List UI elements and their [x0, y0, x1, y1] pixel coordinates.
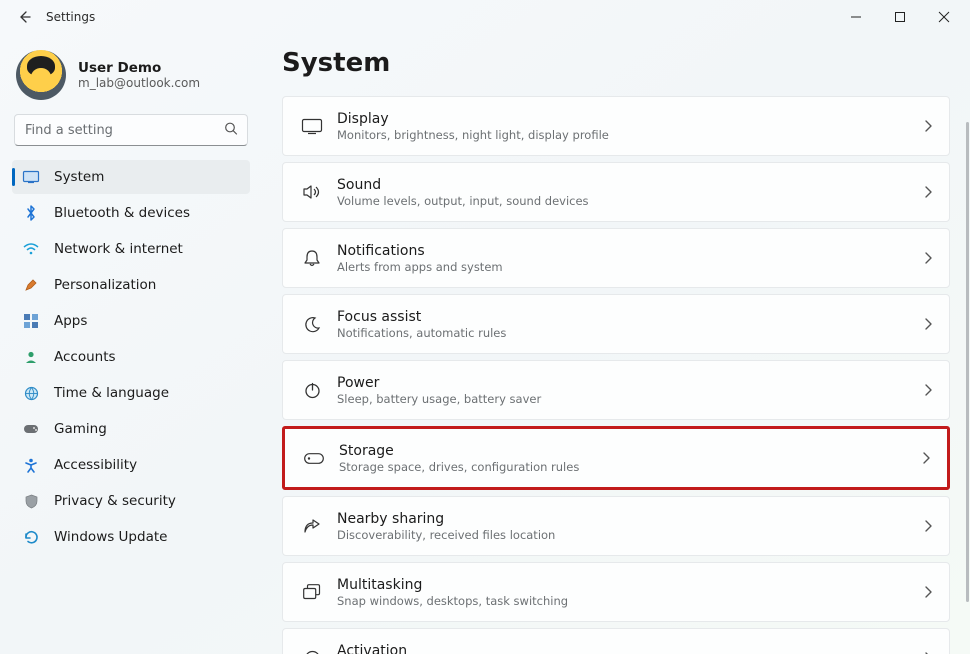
power-icon: [297, 382, 327, 399]
sidebar-item-label: Accounts: [54, 349, 116, 365]
chevron-right-icon: [925, 249, 933, 268]
globe-clock-icon: [22, 386, 40, 401]
app-title: Settings: [46, 10, 95, 24]
page-title: System: [282, 48, 950, 78]
paintbrush-icon: [22, 278, 40, 292]
card-display[interactable]: DisplayMonitors, brightness, night light…: [282, 96, 950, 156]
sidebar-item-privacy[interactable]: Privacy & security: [12, 484, 250, 518]
card-power[interactable]: PowerSleep, battery usage, battery saver: [282, 360, 950, 420]
sidebar-item-update[interactable]: Windows Update: [12, 520, 250, 554]
chevron-right-icon: [925, 583, 933, 602]
card-subtitle: Volume levels, output, input, sound devi…: [337, 194, 925, 208]
card-subtitle: Monitors, brightness, night light, displ…: [337, 128, 925, 142]
sidebar-item-system[interactable]: System: [12, 160, 250, 194]
person-icon: [22, 350, 40, 364]
chevron-right-icon: [923, 449, 931, 468]
apps-icon: [22, 314, 40, 328]
search-icon: [224, 121, 238, 140]
card-subtitle: Notifications, automatic rules: [337, 326, 925, 340]
sidebar-item-label: Accessibility: [54, 457, 137, 473]
sidebar: User Demo m_lab@outlook.com System Bluet…: [0, 34, 262, 654]
card-subtitle: Snap windows, desktops, task switching: [337, 594, 925, 608]
card-title: Power: [337, 375, 925, 391]
scrollbar[interactable]: [966, 122, 969, 652]
profile-name: User Demo: [78, 60, 200, 76]
card-subtitle: Discoverability, received files location: [337, 528, 925, 542]
system-icon: [22, 171, 40, 183]
card-title: Nearby sharing: [337, 511, 925, 527]
search-wrap: [14, 114, 248, 146]
search-input[interactable]: [14, 114, 248, 146]
card-multitasking[interactable]: MultitaskingSnap windows, desktops, task…: [282, 562, 950, 622]
shield-icon: [22, 494, 40, 509]
chevron-right-icon: [925, 381, 933, 400]
card-title: Multitasking: [337, 577, 925, 593]
sound-icon: [297, 184, 327, 200]
sidebar-item-label: System: [54, 169, 104, 185]
card-notifications[interactable]: NotificationsAlerts from apps and system: [282, 228, 950, 288]
sidebar-item-label: Windows Update: [54, 529, 167, 545]
sidebar-item-label: Gaming: [54, 421, 107, 437]
maximize-button[interactable]: [878, 2, 922, 32]
card-title: Activation: [337, 643, 925, 654]
sidebar-item-label: Time & language: [54, 385, 169, 401]
minimize-button[interactable]: [834, 2, 878, 32]
accessibility-icon: [22, 458, 40, 473]
moon-icon: [297, 316, 327, 333]
scrollbar-thumb[interactable]: [966, 122, 969, 602]
bell-icon: [297, 249, 327, 267]
main-panel: System DisplayMonitors, brightness, nigh…: [262, 34, 970, 654]
multitasking-icon: [297, 584, 327, 600]
sidebar-item-bluetooth[interactable]: Bluetooth & devices: [12, 196, 250, 230]
card-title: Focus assist: [337, 309, 925, 325]
check-circle-icon: [297, 650, 327, 654]
card-focus-assist[interactable]: Focus assistNotifications, automatic rul…: [282, 294, 950, 354]
bluetooth-icon: [22, 205, 40, 221]
card-title: Storage: [339, 443, 923, 459]
card-title: Notifications: [337, 243, 925, 259]
card-sound[interactable]: SoundVolume levels, output, input, sound…: [282, 162, 950, 222]
nav-list: System Bluetooth & devices Network & int…: [12, 160, 250, 554]
card-nearby-sharing[interactable]: Nearby sharingDiscoverability, received …: [282, 496, 950, 556]
titlebar: Settings: [0, 0, 970, 34]
profile-email: m_lab@outlook.com: [78, 76, 200, 90]
chevron-right-icon: [925, 183, 933, 202]
chevron-right-icon: [925, 117, 933, 136]
share-icon: [297, 518, 327, 535]
card-title: Display: [337, 111, 925, 127]
sidebar-item-label: Apps: [54, 313, 87, 329]
card-title: Sound: [337, 177, 925, 193]
avatar: [16, 50, 66, 100]
chevron-right-icon: [925, 649, 933, 654]
card-subtitle: Storage space, drives, configuration rul…: [339, 460, 923, 474]
gaming-icon: [22, 424, 40, 435]
wifi-icon: [22, 243, 40, 255]
back-button[interactable]: [16, 9, 32, 25]
profile-block[interactable]: User Demo m_lab@outlook.com: [12, 44, 250, 114]
close-button[interactable]: [922, 2, 966, 32]
sidebar-item-label: Network & internet: [54, 241, 183, 257]
chevron-right-icon: [925, 517, 933, 536]
sidebar-item-apps[interactable]: Apps: [12, 304, 250, 338]
sidebar-item-accounts[interactable]: Accounts: [12, 340, 250, 374]
display-icon: [297, 119, 327, 134]
sidebar-item-accessibility[interactable]: Accessibility: [12, 448, 250, 482]
sidebar-item-network[interactable]: Network & internet: [12, 232, 250, 266]
card-activation[interactable]: ActivationActivation state, subscription…: [282, 628, 950, 654]
sidebar-item-gaming[interactable]: Gaming: [12, 412, 250, 446]
sidebar-item-personalization[interactable]: Personalization: [12, 268, 250, 302]
sidebar-item-label: Bluetooth & devices: [54, 205, 190, 221]
sidebar-item-time[interactable]: Time & language: [12, 376, 250, 410]
card-storage[interactable]: StorageStorage space, drives, configurat…: [282, 426, 950, 490]
settings-card-list: DisplayMonitors, brightness, night light…: [282, 96, 950, 654]
chevron-right-icon: [925, 315, 933, 334]
storage-icon: [299, 453, 329, 464]
sidebar-item-label: Personalization: [54, 277, 156, 293]
card-subtitle: Alerts from apps and system: [337, 260, 925, 274]
update-icon: [22, 530, 40, 545]
card-subtitle: Sleep, battery usage, battery saver: [337, 392, 925, 406]
sidebar-item-label: Privacy & security: [54, 493, 176, 509]
